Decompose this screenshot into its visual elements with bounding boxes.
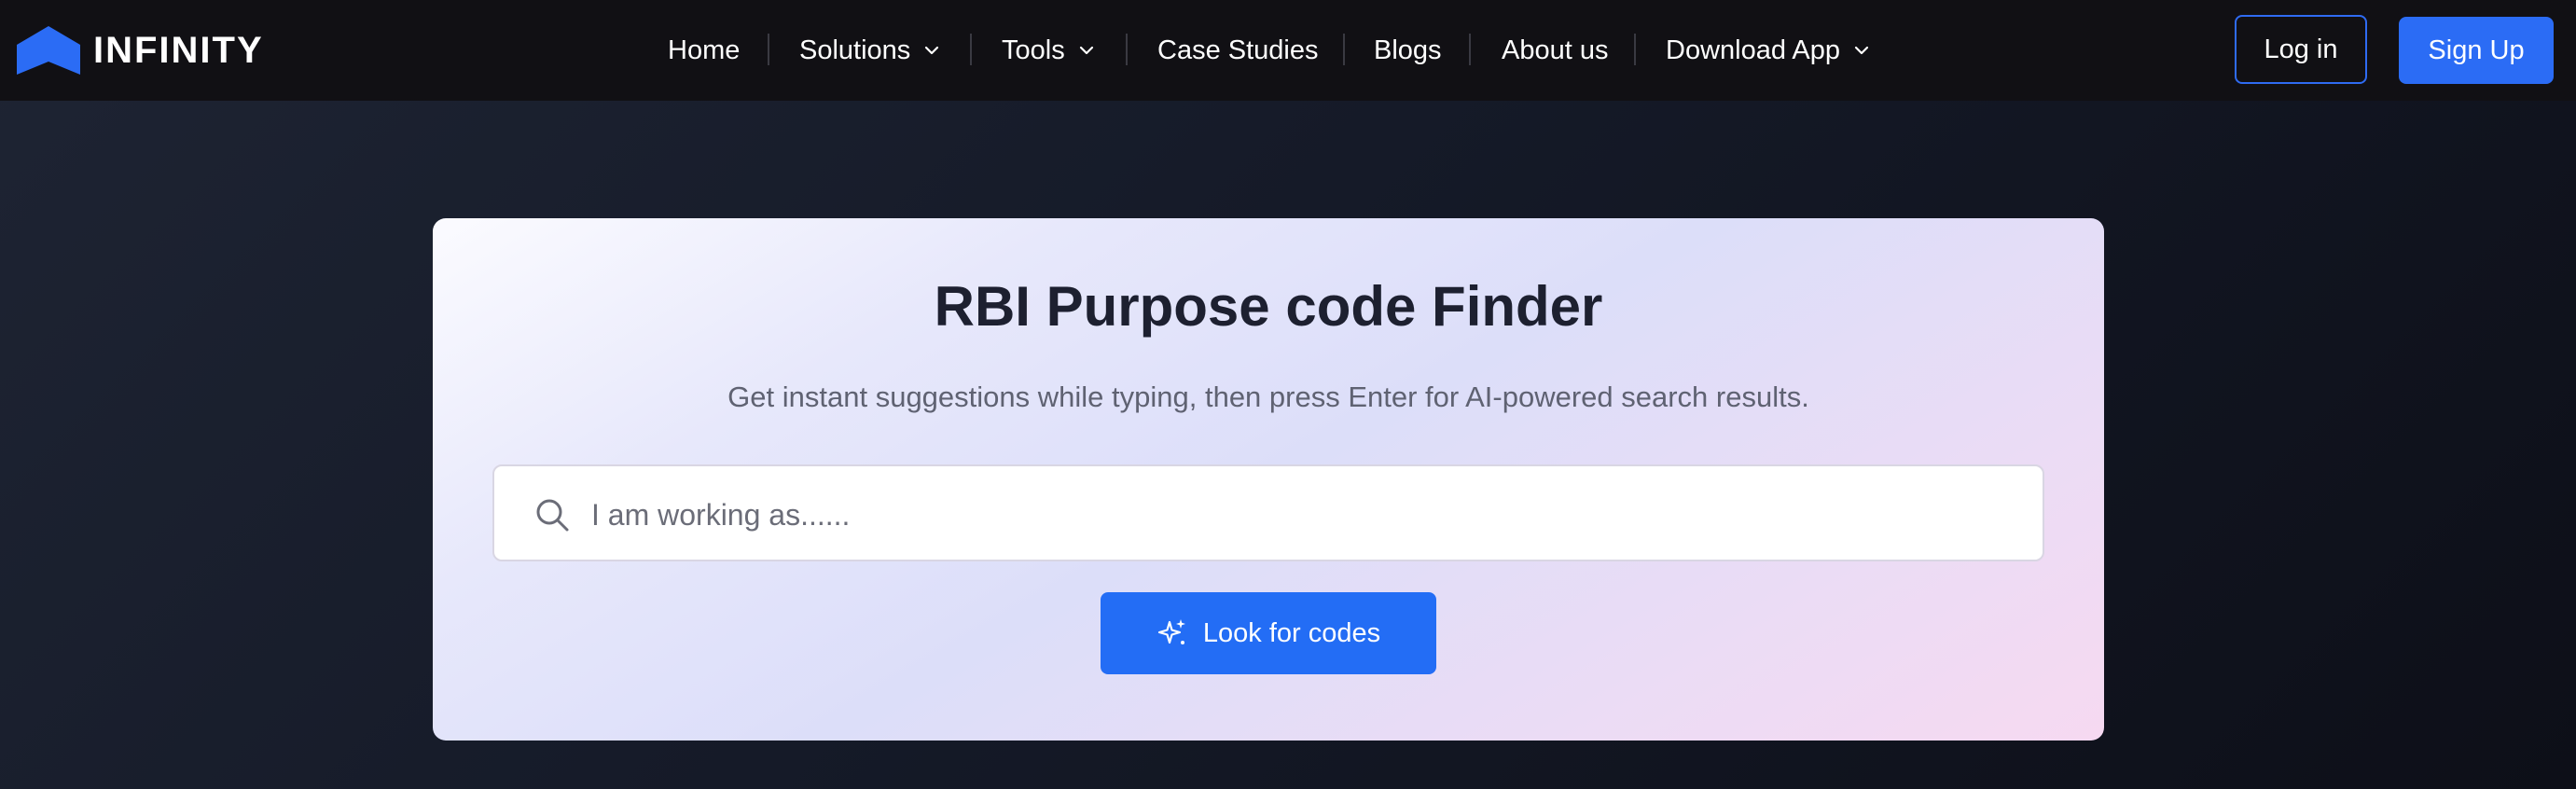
nav-item-tools[interactable]: Tools <box>1002 28 1097 73</box>
look-for-codes-button[interactable]: Look for codes <box>1101 592 1436 674</box>
search-input[interactable] <box>591 485 2009 545</box>
nav-item-label: Home <box>668 35 741 65</box>
chevron-down-icon <box>1854 46 1869 55</box>
nav-item-home[interactable]: Home <box>668 28 740 73</box>
sparkle-icon <box>1157 619 1185 644</box>
nav-item-label: Case Studies <box>1157 35 1319 65</box>
nav-divider <box>768 34 769 65</box>
nav-item-download-app[interactable]: Download App <box>1666 28 1872 73</box>
page-title: RBI Purpose code Finder <box>934 275 1603 338</box>
nav-divider <box>1343 34 1345 65</box>
chevron-down-icon <box>1079 46 1093 55</box>
nav-divider <box>1634 34 1636 65</box>
nav-item-label: Blogs <box>1374 35 1442 65</box>
look-for-codes-label: Look for codes <box>1202 617 1381 648</box>
main-nav: Home Solutions Tools Case Studies Blogs … <box>0 0 2576 101</box>
chevron-down-icon <box>925 46 939 55</box>
nav-divider <box>1126 34 1128 65</box>
page-subtitle: Get instant suggestions while typing, th… <box>727 381 1809 413</box>
nav-item-solutions[interactable]: Solutions <box>799 28 942 73</box>
nav-item-label: Tools <box>1002 35 1065 65</box>
search-box[interactable] <box>492 464 2044 561</box>
signup-button[interactable]: Sign Up <box>2399 17 2554 84</box>
nav-item-label: About us <box>1502 35 1609 65</box>
nav-item-case-studies[interactable]: Case Studies <box>1157 28 1319 73</box>
nav-item-label: Solutions <box>799 35 911 65</box>
nav-item-label: Download App <box>1666 35 1841 65</box>
nav-item-about-us[interactable]: About us <box>1502 28 1608 73</box>
nav-divider <box>1469 34 1471 65</box>
nav-item-blogs[interactable]: Blogs <box>1374 28 1442 73</box>
login-button[interactable]: Log in <box>2235 15 2367 84</box>
nav-divider <box>970 34 972 65</box>
purpose-code-finder-card: RBI Purpose code Finder Get instant sugg… <box>433 218 2104 741</box>
search-icon <box>533 496 571 533</box>
top-navbar: INFINITY Home Solutions Tools Case Studi… <box>0 0 2576 101</box>
